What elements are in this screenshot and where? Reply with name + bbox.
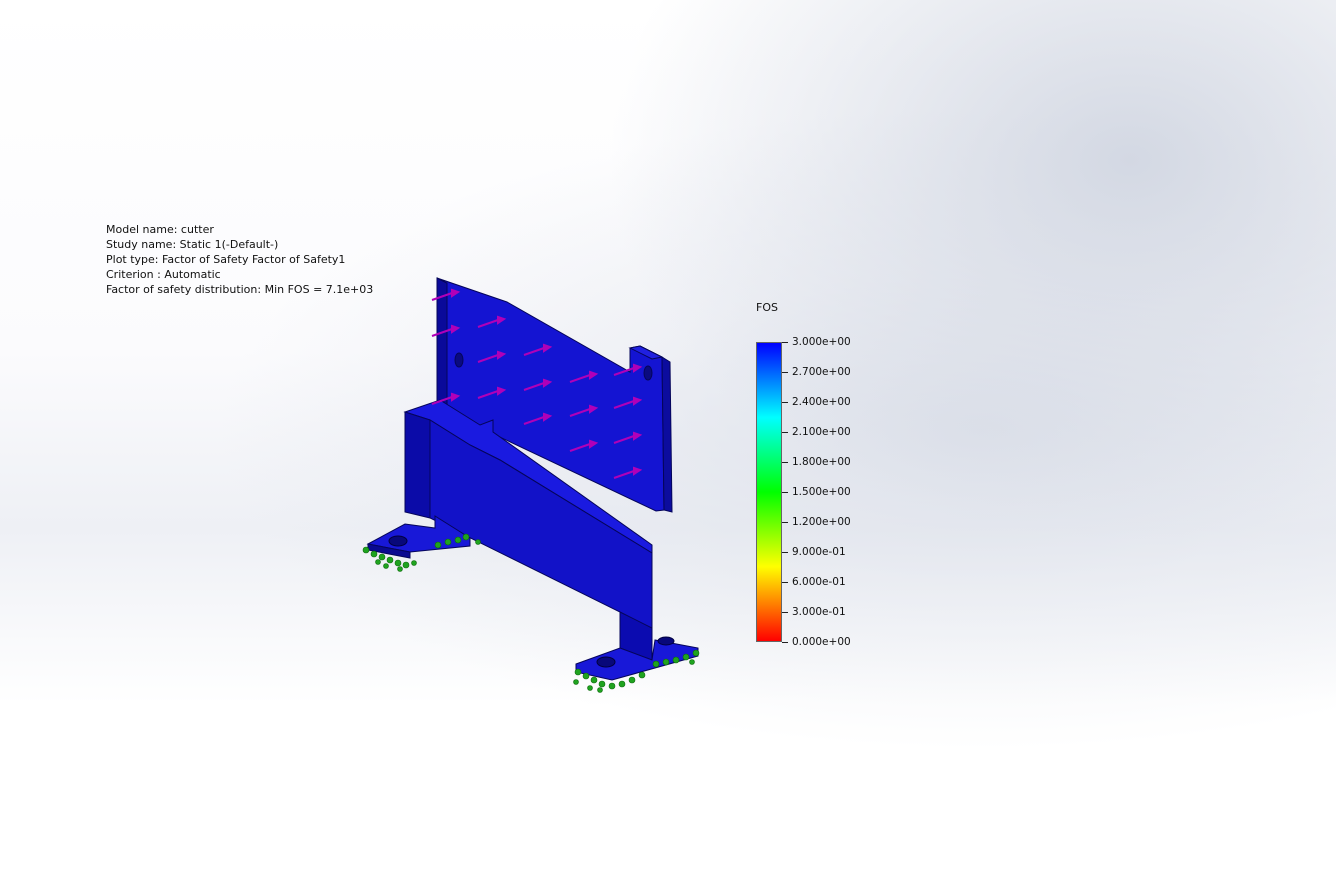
fea-model-render[interactable]	[0, 0, 1336, 880]
legend-tick: 6.000e-01	[782, 576, 846, 588]
legend-tick-label: 0.000e+00	[792, 636, 851, 648]
legend-tick-mark	[782, 431, 788, 433]
legend-tick-label: 9.000e-01	[792, 546, 846, 558]
legend-tick-mark	[782, 581, 788, 583]
legend-tick-mark	[782, 461, 788, 463]
legend-tick: 9.000e-01	[782, 546, 846, 558]
graphics-viewport[interactable]: Model name: cutter Study name: Static 1(…	[0, 0, 1336, 880]
legend-tick: 1.800e+00	[782, 456, 851, 468]
legend-tick-label: 6.000e-01	[792, 576, 846, 588]
fos-color-scale	[756, 342, 782, 642]
legend-tick-label: 3.000e+00	[792, 336, 851, 348]
legend-tick-label: 3.000e-01	[792, 606, 846, 618]
legend-tick-label: 2.700e+00	[792, 366, 851, 378]
legend-tick-label: 2.400e+00	[792, 396, 851, 408]
legend-tick-mark	[782, 371, 788, 373]
legend-title: FOS	[756, 301, 778, 314]
legend-tick: 0.000e+00	[782, 636, 851, 648]
legend-tick-label: 2.100e+00	[792, 426, 851, 438]
legend-tick: 1.500e+00	[782, 486, 851, 498]
legend-tick-mark	[782, 341, 788, 343]
legend-tick: 3.000e+00	[782, 336, 851, 348]
legend-tick: 1.200e+00	[782, 516, 851, 528]
legend-tick-label: 1.200e+00	[792, 516, 851, 528]
legend-tick: 2.400e+00	[782, 396, 851, 408]
legend-tick-mark	[782, 401, 788, 403]
legend-tick-labels: 3.000e+00 2.700e+00 2.400e+00 2.100e+00 1.80…	[782, 336, 862, 648]
legend-tick-mark	[782, 551, 788, 553]
legend-tick-mark	[782, 521, 788, 523]
legend-tick-mark	[782, 641, 788, 643]
legend-tick-label: 1.500e+00	[792, 486, 851, 498]
legend-tick-label: 1.800e+00	[792, 456, 851, 468]
legend-tick: 2.700e+00	[782, 366, 851, 378]
legend-tick: 3.000e-01	[782, 606, 846, 618]
legend-tick-mark	[782, 491, 788, 493]
legend-tick-mark	[782, 611, 788, 613]
legend-tick: 2.100e+00	[782, 426, 851, 438]
